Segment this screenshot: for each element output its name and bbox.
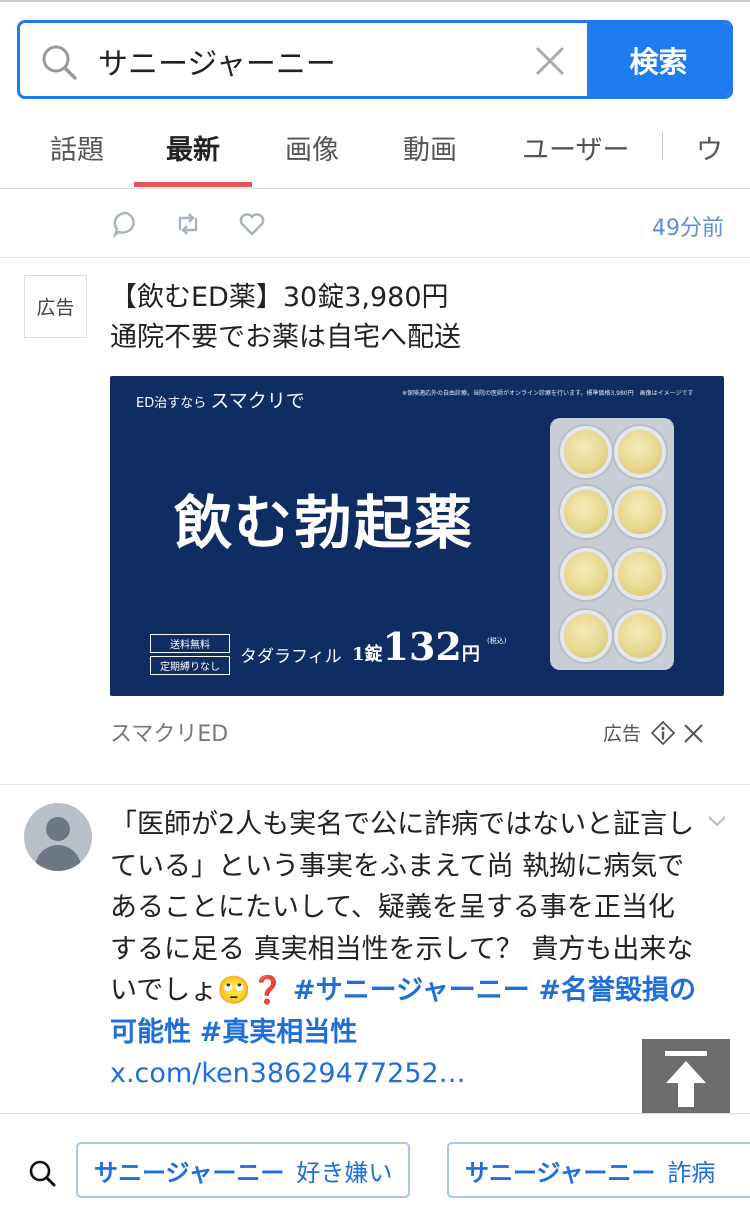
banner-tag: 送料無料 [150, 634, 230, 653]
ad-banner-image[interactable]: ED治すなら スマクリで ※保険適応外の自由診療。当院の医師がオンライン診療を行… [110, 376, 724, 696]
search-button[interactable]: 検索 [587, 23, 730, 96]
clear-icon[interactable] [534, 45, 566, 77]
ad-close-icon[interactable] [683, 723, 704, 744]
emoji: 🙄❓ [217, 975, 285, 1006]
banner-drug-name: タダラフィル [240, 647, 342, 667]
ad-title[interactable]: 【飲むED薬】30錠3,980円 [110, 278, 449, 318]
top-border [0, 0, 750, 2]
pill [618, 614, 662, 658]
pill [618, 490, 662, 534]
banner-headline: 飲む勃起薬 [174, 489, 475, 557]
tab-divider [662, 132, 663, 160]
banner-disclaimer: ※保険適応外の自由診療。当院の医師がオンライン診療を行います。標準価格3,980… [402, 390, 694, 397]
pill [564, 490, 608, 534]
pill [618, 552, 662, 596]
pill [564, 430, 608, 474]
divider [0, 784, 750, 785]
related-search-chip[interactable]: サニージャーニー 好き嫌い [76, 1142, 411, 1198]
tweet-body: 「医師が2人も実名で公に詐病ではないと証言している」という事実をふまえて尚 執拗… [110, 809, 696, 1089]
related-search-bar: サニージャーニー 好き嫌い サニージャーニー 詐病 [0, 1113, 750, 1222]
banner-tag: 定期縛りなし [150, 656, 230, 675]
tab-images[interactable]: 画像 [285, 128, 339, 167]
tab-latest[interactable]: 最新 [166, 128, 220, 167]
reply-icon[interactable] [112, 210, 140, 238]
avatar[interactable] [24, 803, 92, 871]
hashtag-link[interactable]: #真実相当性 [200, 1017, 358, 1048]
previous-tweet-actions: 49分前 [0, 190, 750, 258]
banner-tags: 送料無料 定期縛りなし [150, 634, 230, 678]
hashtag-link[interactable]: #サニージャーニー [293, 975, 530, 1006]
retweet-icon[interactable] [174, 210, 202, 238]
tab-topics[interactable]: 話題 [50, 128, 104, 167]
like-icon[interactable] [238, 210, 266, 238]
banner-tax-note: (税込) [487, 637, 507, 645]
tab-videos[interactable]: 動画 [403, 128, 457, 167]
search-input[interactable] [98, 41, 518, 81]
tab-bar: 話題 最新 画像 動画 ユーザー ウ [0, 118, 750, 189]
scroll-to-top-button[interactable] [642, 1039, 730, 1115]
tweet-timestamp[interactable]: 49分前 [652, 210, 724, 242]
ad-info-icon[interactable] [651, 721, 675, 745]
ad-badge: 広告 [24, 275, 87, 338]
tab-more[interactable]: ウ [696, 128, 723, 167]
related-search-chip[interactable]: サニージャーニー 詐病 [447, 1142, 750, 1198]
search-icon [29, 1160, 56, 1187]
banner-lead: ED治すなら スマクリで [136, 390, 305, 412]
pill [618, 430, 662, 474]
active-tab-indicator [134, 182, 252, 187]
tab-users[interactable]: ユーザー [522, 128, 629, 167]
pill [564, 552, 608, 596]
search-icon [42, 45, 77, 80]
ad-advertiser[interactable]: スマクリED [110, 716, 228, 748]
pill-blister-image [550, 418, 674, 670]
tweet-link[interactable]: x.com/ken38629477252… [110, 1058, 466, 1089]
search-box[interactable]: 検索 [17, 20, 733, 99]
banner-price: 1錠132円 [352, 624, 480, 669]
ad-subtitle[interactable]: 通院不要でお薬は自宅へ配送 [110, 318, 461, 358]
pill [564, 614, 608, 658]
chevron-down-icon[interactable] [706, 810, 728, 832]
ad-label: 広告 [603, 723, 642, 745]
